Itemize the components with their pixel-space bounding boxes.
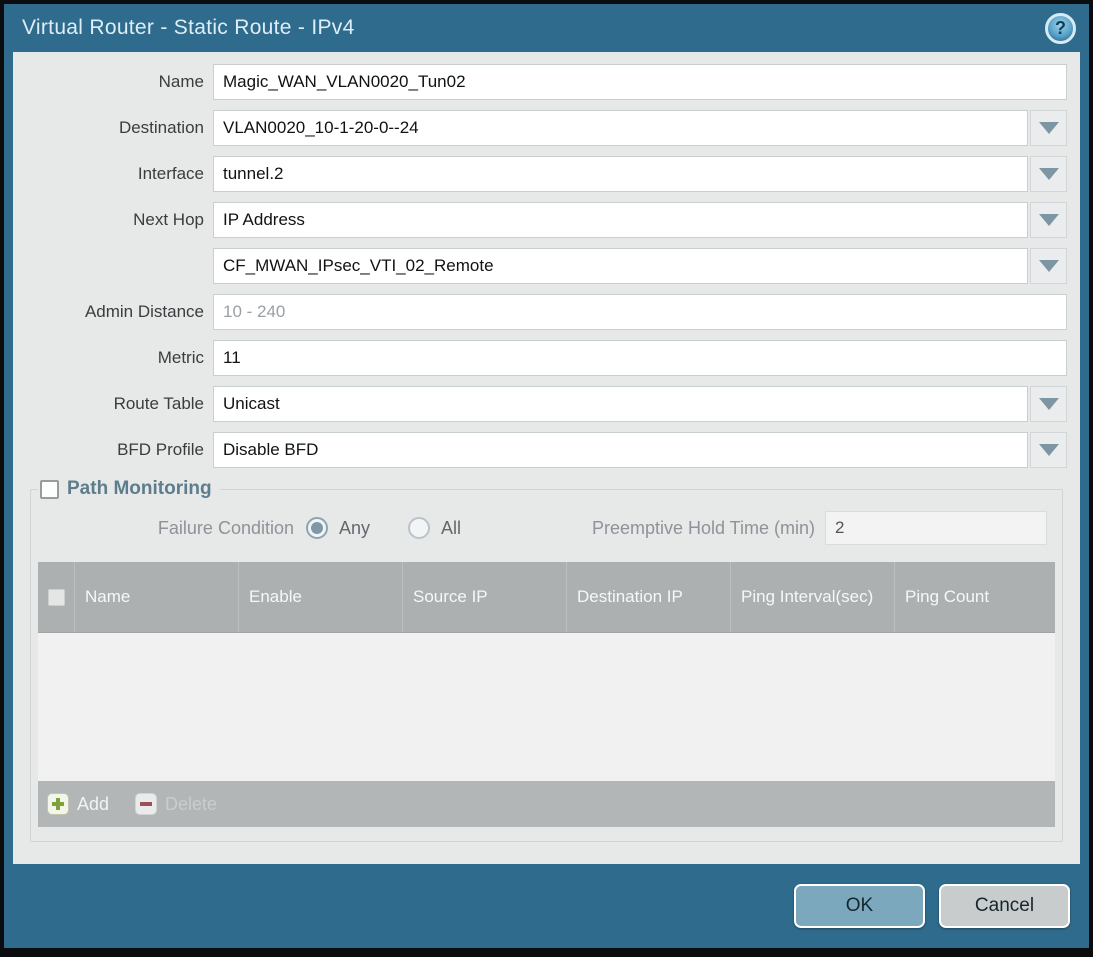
bfd-profile-field-wrap xyxy=(213,432,1067,468)
column-header-source-ip[interactable]: Source IP xyxy=(402,562,566,632)
form-row-name: Name xyxy=(13,64,1067,100)
destination-input[interactable] xyxy=(213,110,1028,146)
metric-field-wrap xyxy=(213,340,1067,376)
form-row-next-hop-address xyxy=(13,248,1067,284)
column-header-ping-interval[interactable]: Ping Interval(sec) xyxy=(730,562,894,632)
column-header-destination-ip[interactable]: Destination IP xyxy=(566,562,730,632)
ok-button[interactable]: OK xyxy=(794,884,925,928)
path-monitoring-section: Path Monitoring Failure Condition Any Al… xyxy=(30,478,1063,842)
dialog-titlebar: Virtual Router - Static Route - IPv4 ? xyxy=(4,4,1089,52)
plus-icon xyxy=(47,793,69,815)
column-header-enable[interactable]: Enable xyxy=(238,562,402,632)
delete-button-label: Delete xyxy=(165,794,217,815)
form-row-next-hop: Next Hop xyxy=(13,202,1067,238)
failure-condition-label: Failure Condition xyxy=(38,518,306,539)
name-field-wrap xyxy=(213,64,1067,100)
preemptive-hold-time-input[interactable] xyxy=(825,511,1047,545)
dialog-footer: OK Cancel xyxy=(4,864,1089,948)
form-row-interface: Interface xyxy=(13,156,1067,192)
add-button-label: Add xyxy=(77,794,109,815)
name-label: Name xyxy=(13,72,213,92)
interface-dropdown-button[interactable] xyxy=(1030,156,1067,192)
interface-input[interactable] xyxy=(213,156,1028,192)
preemptive-hold-time-label: Preemptive Hold Time (min) xyxy=(592,518,825,539)
path-monitoring-table: Name Enable Source IP Destination IP Pin… xyxy=(38,562,1055,827)
form-row-admin-distance: Admin Distance xyxy=(13,294,1067,330)
destination-field-wrap xyxy=(213,110,1067,146)
dialog-title: Virtual Router - Static Route - IPv4 xyxy=(22,16,355,40)
route-table-field-wrap xyxy=(213,386,1067,422)
form-row-route-table: Route Table xyxy=(13,386,1067,422)
select-all-checkbox[interactable] xyxy=(48,589,65,606)
destination-dropdown-button[interactable] xyxy=(1030,110,1067,146)
select-all-cell xyxy=(38,562,74,632)
table-body-empty xyxy=(38,633,1055,781)
next-hop-address-input[interactable] xyxy=(213,248,1028,284)
cancel-button[interactable]: Cancel xyxy=(939,884,1070,928)
add-button[interactable]: Add xyxy=(47,793,109,815)
column-header-name[interactable]: Name xyxy=(74,562,238,632)
form-row-metric: Metric xyxy=(13,340,1067,376)
chevron-down-icon xyxy=(1039,168,1059,180)
chevron-down-icon xyxy=(1039,444,1059,456)
path-monitoring-checkbox[interactable] xyxy=(40,480,59,499)
metric-input[interactable] xyxy=(213,340,1067,376)
path-monitoring-legend: Path Monitoring xyxy=(38,478,220,500)
failure-condition-any-radio[interactable] xyxy=(306,517,328,539)
dialog-frame: Virtual Router - Static Route - IPv4 ? N… xyxy=(4,4,1089,948)
next-hop-field-wrap xyxy=(213,202,1067,238)
chevron-down-icon xyxy=(1039,260,1059,272)
next-hop-address-dropdown-button[interactable] xyxy=(1030,248,1067,284)
chevron-down-icon xyxy=(1039,214,1059,226)
table-toolbar: Add Delete xyxy=(38,781,1055,827)
route-table-dropdown-button[interactable] xyxy=(1030,386,1067,422)
bfd-profile-label: BFD Profile xyxy=(13,440,213,460)
bfd-profile-input[interactable] xyxy=(213,432,1028,468)
route-table-input[interactable] xyxy=(213,386,1028,422)
form-row-destination: Destination xyxy=(13,110,1067,146)
failure-condition-row: Failure Condition Any All Preemptive Hol… xyxy=(38,510,1047,546)
help-icon[interactable]: ? xyxy=(1045,13,1076,44)
next-hop-address-field-wrap xyxy=(213,248,1067,284)
admin-distance-field-wrap xyxy=(213,294,1067,330)
next-hop-label: Next Hop xyxy=(13,210,213,230)
bfd-profile-dropdown-button[interactable] xyxy=(1030,432,1067,468)
failure-condition-any-label: Any xyxy=(339,518,370,539)
interface-field-wrap xyxy=(213,156,1067,192)
chevron-down-icon xyxy=(1039,398,1059,410)
next-hop-type-input[interactable] xyxy=(213,202,1028,238)
next-hop-dropdown-button[interactable] xyxy=(1030,202,1067,238)
form-row-bfd-profile: BFD Profile xyxy=(13,432,1067,468)
path-monitoring-title: Path Monitoring xyxy=(67,478,212,500)
destination-label: Destination xyxy=(13,118,213,138)
interface-label: Interface xyxy=(13,164,213,184)
admin-distance-input[interactable] xyxy=(213,294,1067,330)
static-route-dialog-window: Virtual Router - Static Route - IPv4 ? N… xyxy=(0,0,1093,957)
minus-icon xyxy=(135,793,157,815)
metric-label: Metric xyxy=(13,348,213,368)
failure-condition-all-label: All xyxy=(441,518,461,539)
radio-dot xyxy=(311,522,323,534)
preemptive-hold-time-group: Preemptive Hold Time (min) xyxy=(592,511,1047,545)
route-table-label: Route Table xyxy=(13,394,213,414)
name-input[interactable] xyxy=(213,64,1067,100)
admin-distance-label: Admin Distance xyxy=(13,302,213,322)
table-header-row: Name Enable Source IP Destination IP Pin… xyxy=(38,562,1055,633)
column-header-ping-count[interactable]: Ping Count xyxy=(894,562,1055,632)
chevron-down-icon xyxy=(1039,122,1059,134)
failure-condition-all-radio[interactable] xyxy=(408,517,430,539)
dialog-content: Name Destination Interface xyxy=(13,52,1080,864)
delete-button[interactable]: Delete xyxy=(135,793,217,815)
